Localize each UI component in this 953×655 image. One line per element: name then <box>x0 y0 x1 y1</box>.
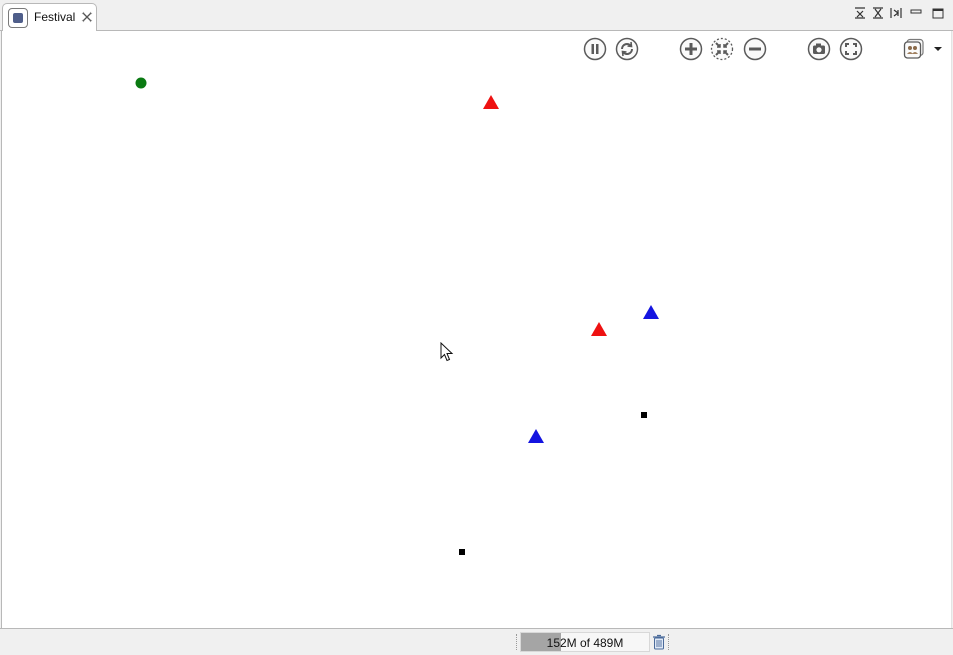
tab-festival[interactable]: Festival <box>2 3 97 31</box>
heap-status[interactable]: 152M of 489M <box>520 632 650 652</box>
heap-label: 152M of 489M <box>546 636 624 650</box>
status-separator <box>668 634 671 650</box>
agent-6[interactable] <box>459 542 465 555</box>
pause-icon[interactable] <box>583 37 607 61</box>
agent-2-shape <box>643 305 659 319</box>
status-separator <box>516 634 519 650</box>
agent-1[interactable] <box>483 95 499 109</box>
collapse-bottom-icon[interactable] <box>871 6 885 20</box>
editor-tab-bar: Festival <box>0 0 953 31</box>
agent-5[interactable] <box>528 429 544 443</box>
close-tab-icon[interactable] <box>81 11 93 23</box>
maximize-icon[interactable] <box>931 6 945 20</box>
agent-0-shape <box>135 77 147 89</box>
agent-1-shape <box>483 95 499 109</box>
agent-4-shape <box>641 412 647 418</box>
agent-2[interactable] <box>643 305 659 319</box>
display-canvas[interactable] <box>1 31 952 628</box>
agent-3[interactable] <box>591 322 607 336</box>
chevron-down-icon[interactable] <box>933 37 943 61</box>
agent-6-shape <box>459 549 465 555</box>
restore-side-icon[interactable] <box>889 6 903 20</box>
camera-icon[interactable] <box>807 37 831 61</box>
agent-3-shape <box>591 322 607 336</box>
sync-icon[interactable] <box>615 37 639 61</box>
mouse-cursor-icon <box>440 342 454 362</box>
minimize-icon[interactable] <box>909 6 923 20</box>
agent-5-shape <box>528 429 544 443</box>
status-bar: 152M of 489M <box>0 628 953 655</box>
zoom-in-icon[interactable] <box>679 37 703 61</box>
zoom-fit-icon[interactable] <box>710 37 734 61</box>
trash-icon[interactable] <box>652 634 666 650</box>
fullscreen-icon[interactable] <box>839 37 863 61</box>
layers-icon[interactable] <box>902 37 926 61</box>
agent-0[interactable] <box>135 76 147 89</box>
zoom-out-icon[interactable] <box>743 37 767 61</box>
agent-4[interactable] <box>641 405 647 418</box>
tab-label: Festival <box>34 10 76 24</box>
display-view-icon <box>8 8 28 28</box>
collapse-top-icon[interactable] <box>853 6 867 20</box>
